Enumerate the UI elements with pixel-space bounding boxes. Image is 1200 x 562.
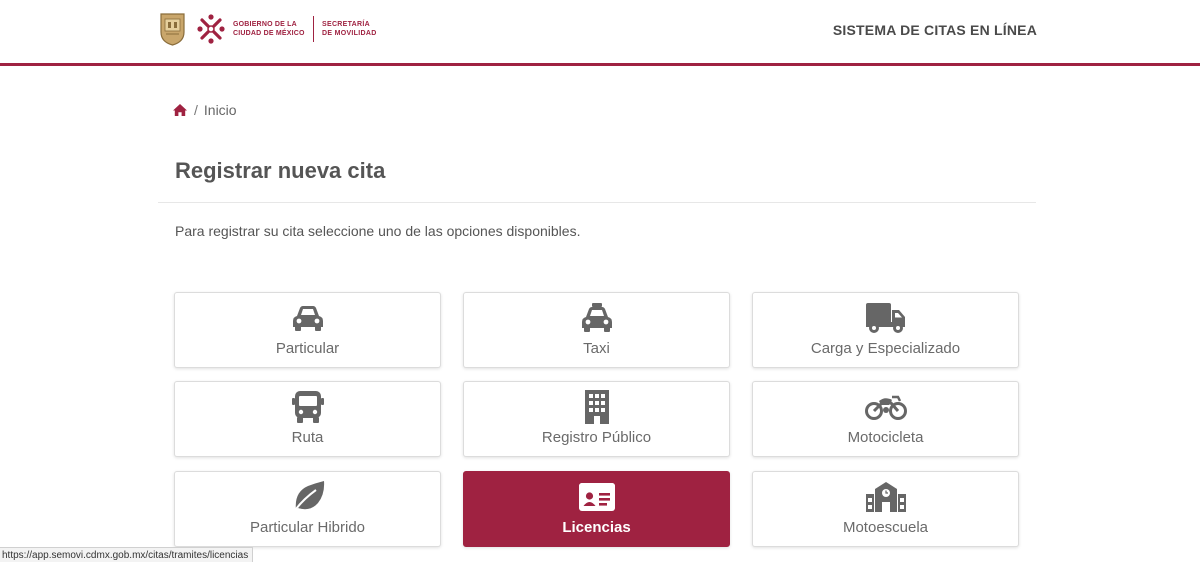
gov-line-1: GOBIERNO DE LA	[233, 21, 297, 28]
truck-icon	[864, 301, 908, 335]
bus-icon	[286, 390, 330, 424]
option-label: Motoescuela	[842, 519, 929, 536]
option-label: Registro Público	[541, 429, 652, 446]
option-label: Ruta	[291, 429, 324, 446]
page-title: Registrar nueva cita	[175, 158, 386, 183]
header-accent-bar	[0, 63, 1200, 66]
option-carga-especializado[interactable]: Carga y Especializado	[752, 292, 1019, 368]
building-icon	[575, 390, 619, 424]
title-divider	[158, 202, 1036, 203]
option-licencias[interactable]: Licencias	[463, 471, 730, 547]
option-taxi[interactable]: Taxi	[463, 292, 730, 368]
site-header: GOBIERNO DE LA CIUDAD DE MÉXICO SECRETAR…	[0, 0, 1200, 63]
government-logo[interactable]: GOBIERNO DE LA CIUDAD DE MÉXICO SECRETAR…	[159, 12, 377, 46]
secretaria-name: SECRETARÍA DE MOVILIDAD	[322, 20, 377, 38]
cdmx-logo-icon	[197, 14, 225, 44]
motorcycle-icon	[864, 390, 908, 424]
car-icon	[286, 301, 330, 335]
option-label: Licencias	[562, 519, 631, 536]
breadcrumb-separator: /	[194, 102, 198, 118]
logo-divider	[313, 16, 314, 42]
school-icon	[864, 480, 908, 514]
option-registro-publico[interactable]: Registro Público	[463, 381, 730, 457]
taxi-icon	[575, 301, 619, 335]
sec-line-1: SECRETARÍA	[322, 21, 370, 28]
id-card-icon	[575, 480, 619, 514]
sec-line-2: DE MOVILIDAD	[322, 30, 377, 37]
option-motocicleta[interactable]: Motocicleta	[752, 381, 1019, 457]
leaf-icon	[286, 480, 330, 514]
option-label: Particular	[275, 340, 340, 357]
breadcrumb: / Inicio	[172, 101, 237, 119]
option-particular-hibrido[interactable]: Particular Hibrido	[174, 471, 441, 547]
option-label: Motocicleta	[847, 429, 924, 446]
option-motoescuela[interactable]: Motoescuela	[752, 471, 1019, 547]
government-name: GOBIERNO DE LA CIUDAD DE MÉXICO	[233, 20, 309, 38]
option-particular[interactable]: Particular	[174, 292, 441, 368]
option-label: Taxi	[583, 340, 610, 357]
gov-line-2: CIUDAD DE MÉXICO	[233, 30, 305, 37]
coat-of-arms-icon	[160, 13, 185, 46]
system-title: SISTEMA DE CITAS EN LÍNEA	[832, 22, 1037, 38]
intro-text: Para registrar su cita seleccione uno de…	[175, 223, 581, 239]
option-label: Particular Hibrido	[249, 519, 366, 536]
breadcrumb-current: Inicio	[203, 102, 237, 118]
home-icon[interactable]	[172, 103, 188, 117]
status-bar-url: https://app.semovi.cdmx.gob.mx/citas/tra…	[0, 547, 254, 562]
option-ruta[interactable]: Ruta	[174, 381, 441, 457]
option-label: Carga y Especializado	[810, 340, 961, 357]
